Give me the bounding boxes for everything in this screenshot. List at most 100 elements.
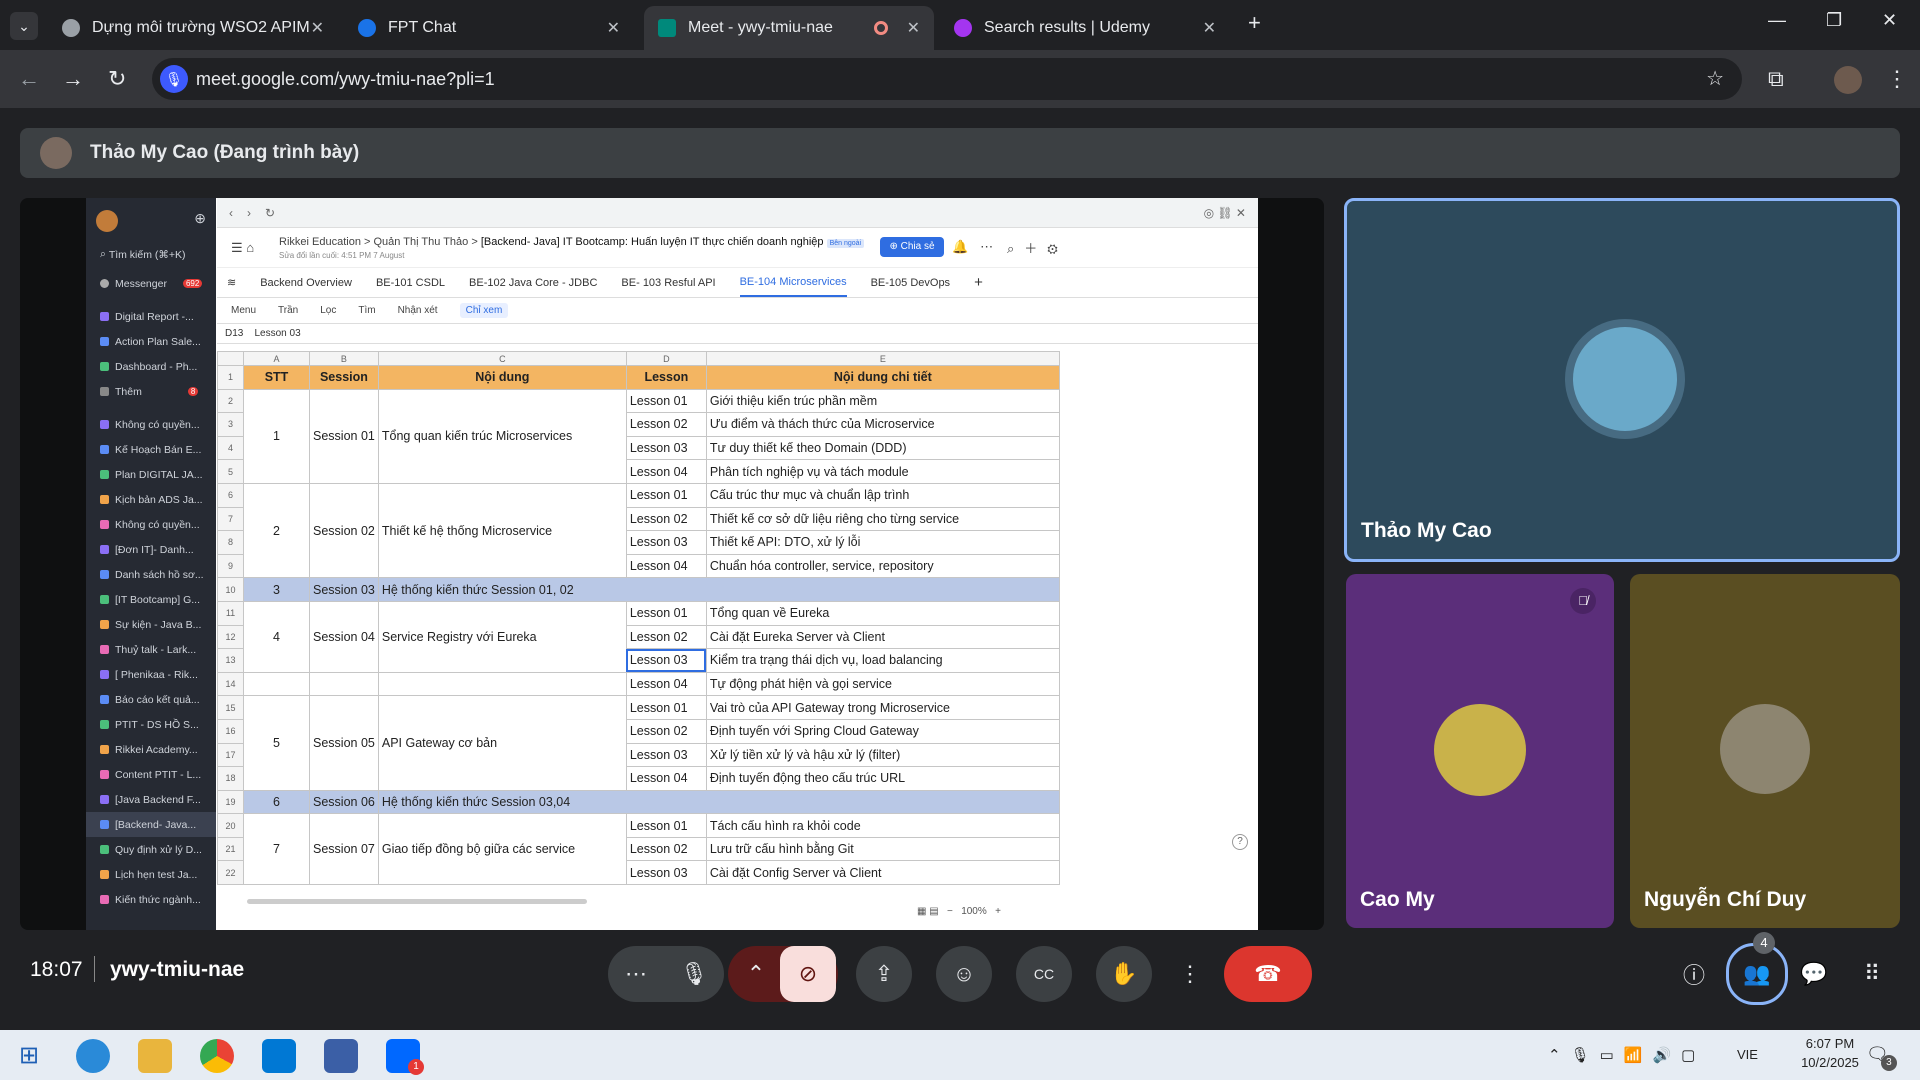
clock[interactable]: 6:07 PM 10/2/2025 xyxy=(1790,1036,1870,1070)
participant-tile-nguyen-chi-duy[interactable]: Nguyễn Chí Duy xyxy=(1630,574,1900,928)
table-cell: 7 xyxy=(217,506,244,532)
table-cell: Lesson 04 xyxy=(625,459,707,484)
present-screen-button[interactable]: ⇪ xyxy=(856,946,912,1002)
sidebar-doc-item: Dashboard - Ph... xyxy=(86,354,216,379)
table-cell: Giới thiệu kiến trúc phần mềm xyxy=(705,388,1060,414)
forward-icon: › xyxy=(247,205,251,220)
table-cell: Lesson 03 xyxy=(625,530,707,555)
table-cell: 21 xyxy=(217,836,244,862)
table-cell: Lesson 01 xyxy=(625,388,707,414)
tab-search-button[interactable]: ⌄ xyxy=(10,12,38,40)
sidebar-more: Thêm 8 xyxy=(86,379,216,404)
table-cell: Tổng quan về Eureka xyxy=(705,600,1060,626)
sidebar-toggle-icon: ☰ ⌂ xyxy=(231,240,255,255)
forward-icon[interactable]: → xyxy=(62,66,84,92)
bookmark-star-icon[interactable]: ☆ xyxy=(1706,58,1724,100)
header-actions-icon: 🔔⋯ xyxy=(952,239,1006,254)
raise-hand-button[interactable]: ✋ xyxy=(1096,946,1152,1002)
notification-icon[interactable]: 🗨 3 xyxy=(1866,1044,1897,1071)
chat-icon xyxy=(100,279,109,288)
formula-bar: D13 Lesson 03 xyxy=(217,324,1258,344)
close-icon[interactable]: ✕ xyxy=(1203,18,1216,38)
camera-off-button[interactable]: ⊘ xyxy=(780,946,836,1002)
sidebar-doc-item: Không có quyền... xyxy=(86,512,216,537)
participant-avatar xyxy=(1573,327,1677,431)
tray-icons[interactable]: ⌃🎙▭📶🔊▢ xyxy=(1548,1046,1705,1064)
meeting-code: ywy-tmiu-nae xyxy=(110,958,245,981)
people-button[interactable]: 👥 4 xyxy=(1726,932,1788,1005)
participant-tile-cao-my[interactable]: 🎙̸ Cao My xyxy=(1346,574,1614,928)
sheet-header: ☰ ⌂ Rikkei Education > Quản Thị Thu Thảo… xyxy=(217,228,1258,268)
zalo-icon[interactable]: 1 xyxy=(386,1039,424,1075)
table-cell: Session 05 xyxy=(309,695,379,791)
tab-udemy[interactable]: Search results | Udemy ✕ xyxy=(940,6,1230,50)
table-cell: Định tuyến với Spring Cloud Gateway xyxy=(705,718,1060,744)
tab-wso2[interactable]: Dựng môi trường WSO2 APIM ✕ xyxy=(48,6,338,50)
start-icon[interactable]: ⊞ xyxy=(12,1039,46,1073)
table-cell: Lesson 02 xyxy=(625,836,707,862)
table-cell: 1 xyxy=(243,388,310,484)
restore-button[interactable]: ❐ xyxy=(1826,10,1842,31)
sidebar-doc-item: Action Plan Sale... xyxy=(86,329,216,354)
more-options-button[interactable]: ⋮ xyxy=(1162,946,1218,1002)
table-cell: Lesson 01 xyxy=(625,695,707,720)
doc-icon xyxy=(100,520,109,529)
shared-sheet-app: ‹ › ↻ ◎ ⛓ ✕ ☰ ⌂ Rikkei Education > Quản Th… xyxy=(217,198,1258,930)
chrome-icon[interactable] xyxy=(200,1039,234,1073)
more-audio-options-button[interactable]: ⋯ xyxy=(608,946,664,1002)
new-tab-button[interactable]: + xyxy=(1248,10,1261,36)
table-cell: Hệ thống kiến thức Session 03,04 xyxy=(377,789,1060,815)
participant-tile-presenter[interactable]: Thảo My Cao xyxy=(1344,198,1900,562)
captions-button[interactable]: CC xyxy=(1016,946,1072,1002)
doc-icon xyxy=(100,445,109,454)
activities-icon[interactable]: ⠿ xyxy=(1844,946,1900,1002)
vscode-icon[interactable] xyxy=(262,1039,296,1073)
table-cell: Cấu trúc thư mục và chuẩn lập trình xyxy=(705,482,1060,508)
microphone-button[interactable]: 🎙 xyxy=(666,946,722,1002)
tab-meet[interactable]: Meet - ywy-tmiu-nae ✕ xyxy=(644,6,934,50)
table-cell: Thiết kế hệ thống Microservice xyxy=(377,482,627,579)
table-cell: Session 01 xyxy=(309,388,379,484)
app-icon[interactable] xyxy=(324,1039,358,1073)
address-bar[interactable]: 🎙 meet.google.com/ywy-tmiu-nae?pli=1 ☆ xyxy=(152,58,1742,100)
edge-icon[interactable] xyxy=(76,1039,110,1073)
meeting-info-icon[interactable]: ⓘ xyxy=(1666,946,1722,1002)
mic-site-icon[interactable]: 🎙 xyxy=(160,65,188,93)
back-icon[interactable]: ← xyxy=(18,66,40,92)
table-cell: Lesson 03 xyxy=(625,648,707,673)
language-indicator[interactable]: VIE xyxy=(1737,1047,1758,1062)
table-cell: Lesson 02 xyxy=(625,506,707,532)
horizontal-scrollbar xyxy=(247,899,587,904)
window-controls-icon: ◎ ⛓ ✕ xyxy=(1203,205,1246,220)
doc-icon xyxy=(100,770,109,779)
emoji-reaction-button[interactable]: ☺ xyxy=(936,946,992,1002)
file-explorer-icon[interactable] xyxy=(138,1039,172,1073)
table-cell: 5 xyxy=(243,695,310,791)
close-icon[interactable]: ✕ xyxy=(607,18,620,38)
extensions-icon[interactable]: ⧉ xyxy=(1768,66,1784,92)
leave-call-button[interactable]: ☎ xyxy=(1224,946,1312,1002)
table-cell: Lesson 02 xyxy=(625,412,707,437)
sidebar-doc-item: [Đơn IT]- Danh... xyxy=(86,537,216,562)
close-icon[interactable]: ✕ xyxy=(907,18,920,38)
table-cell: Lesson 04 xyxy=(625,766,707,791)
camera-options-button[interactable]: ⌃ xyxy=(728,946,784,1002)
sidebar-doc-item: Digital Report -... xyxy=(86,304,216,329)
close-icon[interactable]: ✕ xyxy=(311,18,324,38)
profile-avatar[interactable] xyxy=(1834,66,1862,94)
window-close-button[interactable]: ✕ xyxy=(1882,10,1897,31)
participant-avatar xyxy=(1720,704,1810,794)
table-cell: 17 xyxy=(217,742,244,768)
reload-icon[interactable]: ↻ xyxy=(108,66,126,92)
chat-icon[interactable]: 💬 xyxy=(1786,946,1842,1002)
table-cell: Lesson 04 xyxy=(625,671,707,697)
table-row: 6 2 Session 02 Thiết kế hệ thống Microservi… xyxy=(217,482,1060,579)
doc-icon xyxy=(100,870,109,879)
browser-menu-icon[interactable]: ⋮ xyxy=(1886,66,1908,92)
table-cell: Lesson 02 xyxy=(625,624,707,650)
sidebar-doc-item: Danh sách hồ sơ... xyxy=(86,562,216,587)
tab-fpt-chat[interactable]: FPT Chat ✕ xyxy=(344,6,634,50)
minimize-button[interactable]: — xyxy=(1768,10,1786,31)
sheet-grid: ABCDE 1 STT Session Nội dung Lesson Nội dung… xyxy=(217,351,1258,891)
screen-share-stage[interactable]: ⊕ ⌕ Tìm kiếm (⌘+K) Messenger 692 Digital … xyxy=(20,198,1324,930)
